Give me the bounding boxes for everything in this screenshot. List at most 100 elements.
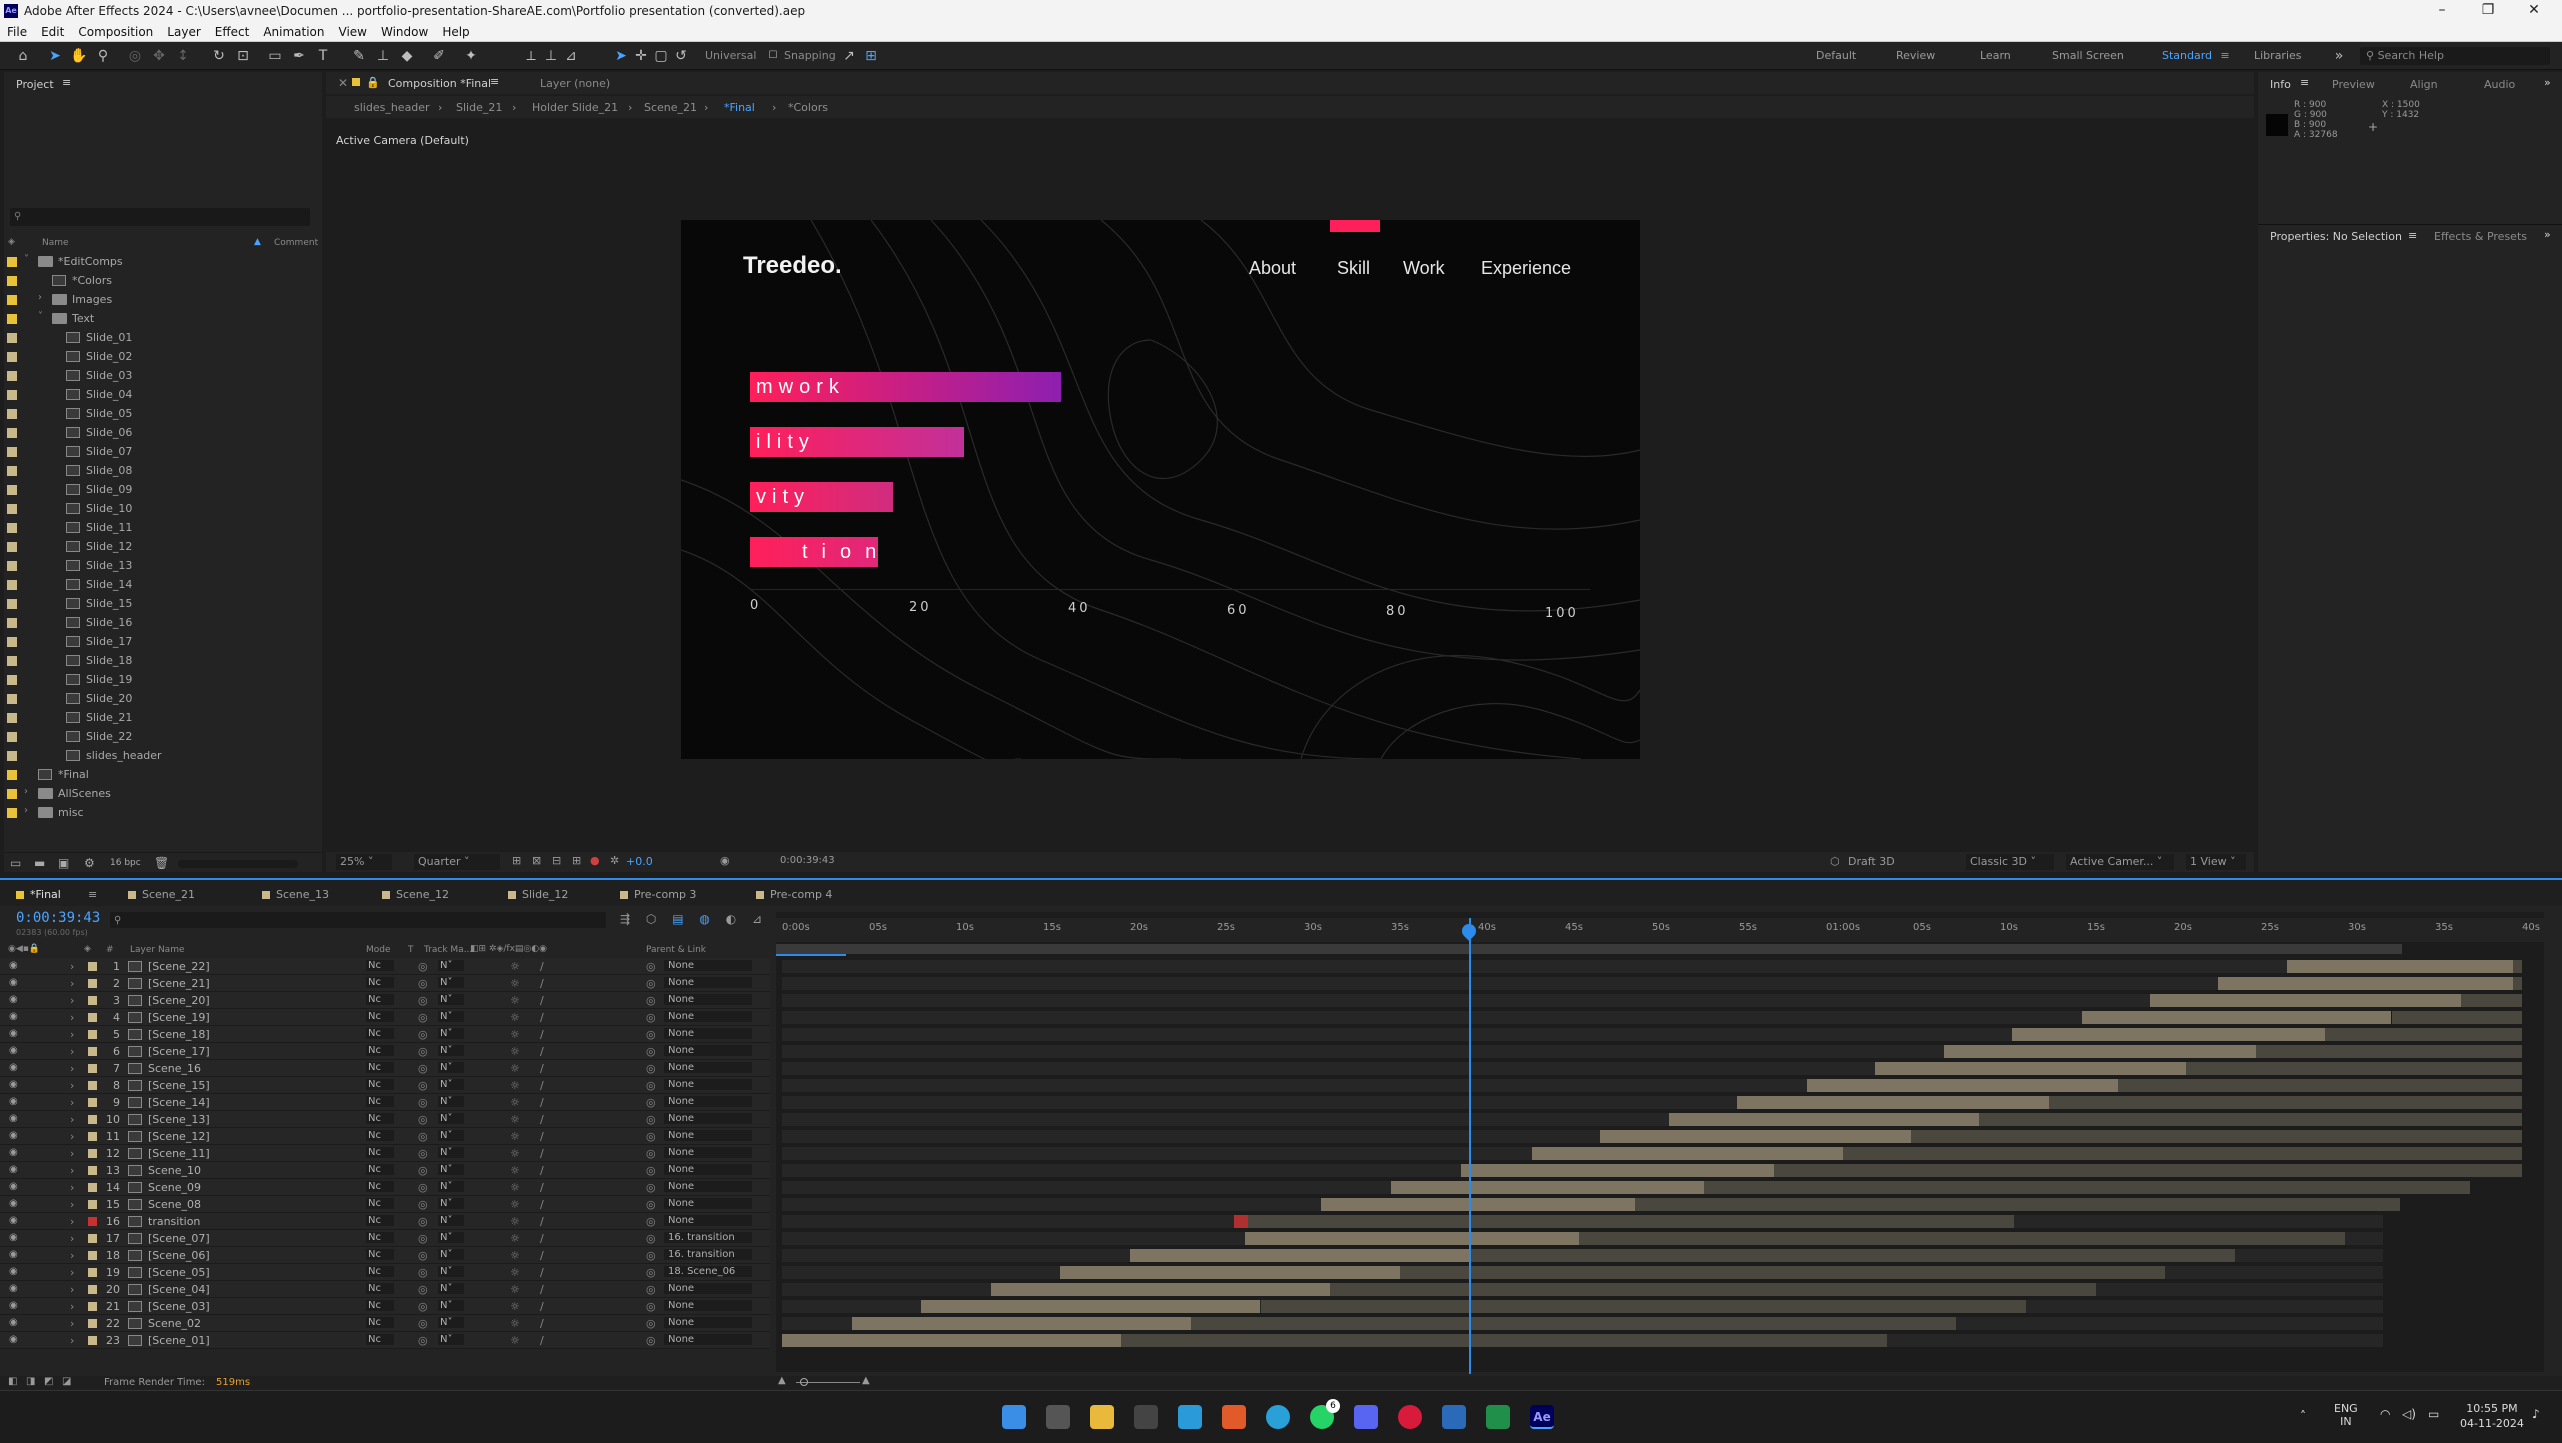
visibility-eye-icon[interactable]: ◉ [9,1181,18,1192]
parent-dropdown[interactable]: None [664,1283,752,1294]
parent-dropdown[interactable]: None [664,1198,752,1209]
disclosure-triangle-icon[interactable]: › [24,805,28,816]
blend-mode-dropdown[interactable]: Nc [366,1198,394,1209]
zoom-in-icon[interactable]: ▲ [862,1375,870,1386]
layer-row[interactable]: ◉ › 4 [Scene_19] Nc ◎ N˅ ☼ ∕ ◎ None [0,1009,770,1026]
layer-row[interactable]: ◉ › 10 [Scene_13] Nc ◎ N˅ ☼ ∕ ◎ None [0,1111,770,1128]
label-swatch[interactable] [7,447,17,457]
expand-layer-icon[interactable]: › [70,1215,74,1228]
layer-duration-bar[interactable] [1130,1249,1470,1262]
layer-duration-bar[interactable] [1531,1147,1844,1160]
axis-local-icon[interactable]: ⟂ [522,47,540,65]
quality-switch-icon[interactable]: ∕ [540,1147,544,1160]
parent-dropdown[interactable]: 16. transition [664,1232,752,1243]
parent-dropdown[interactable]: None [664,994,752,1005]
minimize-icon[interactable]: – [2420,2,2464,18]
parent-pickwhip-icon[interactable]: ◎ [646,1317,656,1330]
axis-view-icon[interactable]: ⊿ [562,47,580,65]
layer-name[interactable]: Scene_16 [148,1062,201,1075]
parent-pickwhip-icon[interactable]: ◎ [646,960,656,973]
layer-row[interactable]: ◉ › 1 [Scene_22] Nc ◎ N˅ ☼ ∕ ◎ None [0,958,770,975]
expand-layer-icon[interactable]: › [70,1300,74,1313]
quality-switch-icon[interactable]: ∕ [540,994,544,1007]
quality-switch-icon[interactable]: ∕ [540,1045,544,1058]
3d-scale-icon[interactable]: ▢ [652,47,670,65]
quality-switch-icon[interactable]: ∕ [540,1249,544,1262]
visibility-eye-icon[interactable]: ◉ [9,1266,18,1277]
parent-pickwhip-icon[interactable]: ◎ [646,994,656,1007]
frame-blending-icon[interactable]: ◍ [699,912,709,926]
layer-duration-bar[interactable] [782,1334,1122,1347]
parent-dropdown[interactable]: None [664,1147,752,1158]
track-matte-pickwhip-icon[interactable]: ◎ [418,1181,428,1194]
disclosure-triangle-icon[interactable]: ˅ [38,311,43,322]
clone-stamp-icon[interactable]: ⊥ [374,47,392,65]
layer-name[interactable]: [Scene_01] [148,1334,210,1347]
project-item[interactable]: › Images [4,290,324,309]
collapse-switch-icon[interactable]: ☼ [510,1113,520,1126]
quality-switch-icon[interactable]: ∕ [540,1096,544,1109]
quality-switch-icon[interactable]: ∕ [540,977,544,990]
track-matte-pickwhip-icon[interactable]: ◎ [418,960,428,973]
layer-duration-bar[interactable] [1737,1096,2049,1109]
expand-layer-icon[interactable]: › [70,1283,74,1296]
quality-switch-icon[interactable]: ∕ [540,1113,544,1126]
expand-layer-icon[interactable]: › [70,1147,74,1160]
layer-duration-bar[interactable] [2287,960,2514,973]
parent-dropdown[interactable]: 16. transition [664,1249,752,1260]
panel-menu-icon[interactable]: ≡ [2300,76,2309,89]
universal-label[interactable]: Universal [705,49,756,62]
track-matte-dropdown[interactable]: N˅ [438,1113,464,1124]
parent-pickwhip-icon[interactable]: ◎ [646,1198,656,1211]
track-matte-dropdown[interactable]: N˅ [438,1266,464,1277]
layer-name[interactable]: Scene_08 [148,1198,201,1211]
parent-dropdown[interactable]: None [664,1113,752,1124]
snapping-checkbox[interactable]: ☐ [764,47,782,65]
label-swatch[interactable] [7,257,17,267]
project-item[interactable]: Slide_05 [4,404,324,423]
shy-layers-icon[interactable]: ▤ [672,912,683,926]
track-matte-pickwhip-icon[interactable]: ◎ [418,1028,428,1041]
layer-name[interactable]: [Scene_13] [148,1113,210,1126]
project-item[interactable]: Slide_15 [4,594,324,613]
motion-blur-icon[interactable]: ◐ [726,912,736,926]
photos-icon[interactable] [1442,1405,1466,1429]
blend-mode-dropdown[interactable]: Nc [366,977,394,988]
parent-pickwhip-icon[interactable]: ◎ [646,1147,656,1160]
blend-mode-dropdown[interactable]: Nc [366,1249,394,1260]
label-swatch[interactable] [7,694,17,704]
parent-dropdown[interactable]: None [664,1045,752,1056]
blend-mode-dropdown[interactable]: Nc [366,1334,394,1345]
track-matte-dropdown[interactable]: N˅ [438,1181,464,1192]
task-view-icon[interactable] [1046,1405,1070,1429]
label-swatch[interactable] [7,504,17,514]
project-item[interactable]: Slide_08 [4,461,324,480]
layer-duration-bar[interactable] [2217,977,2514,990]
expand-layer-icon[interactable]: › [70,1334,74,1347]
parent-dropdown[interactable]: None [664,1096,752,1107]
quality-switch-icon[interactable]: ∕ [540,1215,544,1228]
zoom-tool-icon[interactable]: ⚲ [94,47,112,65]
graph-editor-icon[interactable]: ⊿ [752,912,762,926]
layer-name[interactable]: [Scene_22] [148,960,210,973]
layer-name[interactable]: [Scene_07] [148,1232,210,1245]
blend-mode-dropdown[interactable]: Nc [366,1062,394,1073]
collapse-switch-icon[interactable]: ☼ [510,1079,520,1092]
track-matte-pickwhip-icon[interactable]: ◎ [418,1062,428,1075]
parent-pickwhip-icon[interactable]: ◎ [646,1181,656,1194]
sort-icon[interactable]: ▲ [254,237,261,247]
menu-layer[interactable]: Layer [160,22,207,39]
tab-layer[interactable]: Layer (none) [540,77,610,90]
parent-pickwhip-icon[interactable]: ◎ [646,1215,656,1228]
collapse-switch-icon[interactable]: ☼ [510,1198,520,1211]
project-search-input[interactable]: ⚲ [10,208,310,226]
layer-name[interactable]: [Scene_03] [148,1300,210,1313]
blend-mode-dropdown[interactable]: Nc [366,1147,394,1158]
track-matte-dropdown[interactable]: N˅ [438,1334,464,1345]
layer-duration-bar[interactable] [2149,994,2462,1007]
mask-icon[interactable]: ⊠ [532,854,541,867]
disclosure-triangle-icon[interactable]: ˅ [24,254,29,265]
track-matte-dropdown[interactable]: N˅ [438,977,464,988]
visibility-eye-icon[interactable]: ◉ [9,1130,18,1141]
layer-row[interactable]: ◉ › 13 Scene_10 Nc ◎ N˅ ☼ ∕ ◎ None [0,1162,770,1179]
